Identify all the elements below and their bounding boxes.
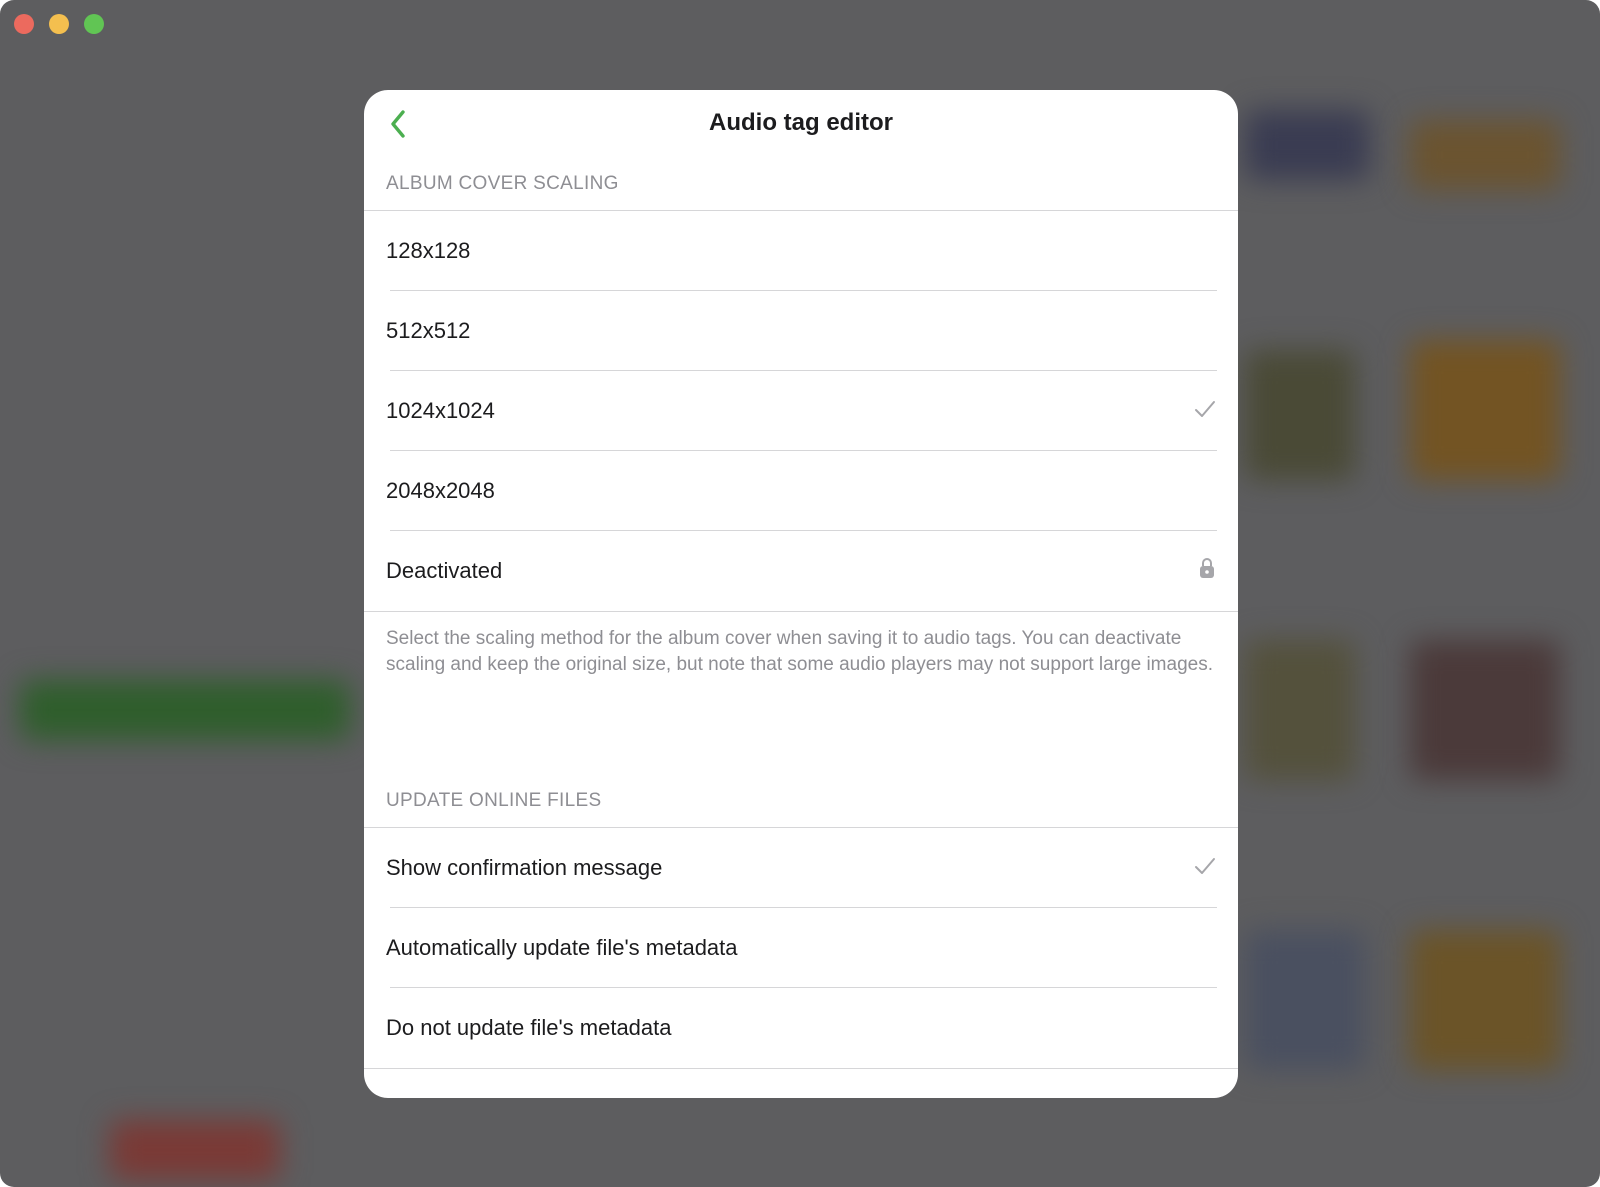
option-label: Automatically update file's metadata xyxy=(386,935,738,960)
option-1024x1024[interactable]: 1024x1024 xyxy=(364,370,1238,451)
checkmark-icon xyxy=(1194,856,1216,881)
window-minimize-button[interactable] xyxy=(49,14,69,34)
background-artwork xyxy=(1410,340,1560,480)
background-red-button xyxy=(110,1120,280,1180)
section-header-album-cover-scaling: ALBUM COVER SCALING xyxy=(386,173,619,194)
option-do-not-update-metadata[interactable]: Do not update file's metadata xyxy=(364,987,1238,1068)
option-label: Do not update file's metadata xyxy=(386,1015,672,1040)
option-label: 512x512 xyxy=(386,318,471,343)
option-label: Show confirmation message xyxy=(386,855,663,880)
option-label: 2048x2048 xyxy=(386,478,495,503)
app-window: Audio tag editor ALBUM COVER SCALING 128… xyxy=(0,0,1600,1187)
page-title: Audio tag editor xyxy=(709,109,893,136)
scaling-description: Select the scaling method for the album … xyxy=(386,628,1213,675)
option-2048x2048[interactable]: 2048x2048 xyxy=(364,450,1238,531)
checkmark-icon xyxy=(1194,399,1216,424)
online-options-group: Show confirmation message Automatically … xyxy=(364,827,1238,1069)
audio-tag-editor-dialog: Audio tag editor ALBUM COVER SCALING 128… xyxy=(364,90,1238,1098)
window-close-button[interactable] xyxy=(14,14,34,34)
background-artwork xyxy=(1410,640,1560,780)
scaling-options-group: 128x128 512x512 1024x1024 2048x2048 Deac… xyxy=(364,210,1238,612)
option-label: 128x128 xyxy=(386,238,471,263)
background-artwork xyxy=(1245,110,1370,180)
window-maximize-button[interactable] xyxy=(84,14,104,34)
background-green-button xyxy=(20,680,350,740)
navigation-bar: Audio tag editor xyxy=(364,90,1238,158)
background-artwork xyxy=(1410,930,1560,1070)
option-512x512[interactable]: 512x512 xyxy=(364,290,1238,371)
section-header-update-online-files: UPDATE ONLINE FILES xyxy=(386,790,602,811)
option-label: 1024x1024 xyxy=(386,398,495,423)
background-artwork xyxy=(1245,640,1355,780)
background-artwork xyxy=(1245,930,1365,1070)
settings-list[interactable]: ALBUM COVER SCALING 128x128 512x512 1024… xyxy=(364,158,1238,1098)
lock-icon xyxy=(1199,557,1215,584)
option-automatically-update-metadata[interactable]: Automatically update file's metadata xyxy=(364,907,1238,988)
option-128x128[interactable]: 128x128 xyxy=(364,211,1238,291)
background-artwork xyxy=(1245,350,1355,480)
option-show-confirmation-message[interactable]: Show confirmation message xyxy=(364,828,1238,908)
option-deactivated[interactable]: Deactivated xyxy=(364,530,1238,611)
option-label: Deactivated xyxy=(386,558,503,583)
background-artwork xyxy=(1410,120,1560,190)
